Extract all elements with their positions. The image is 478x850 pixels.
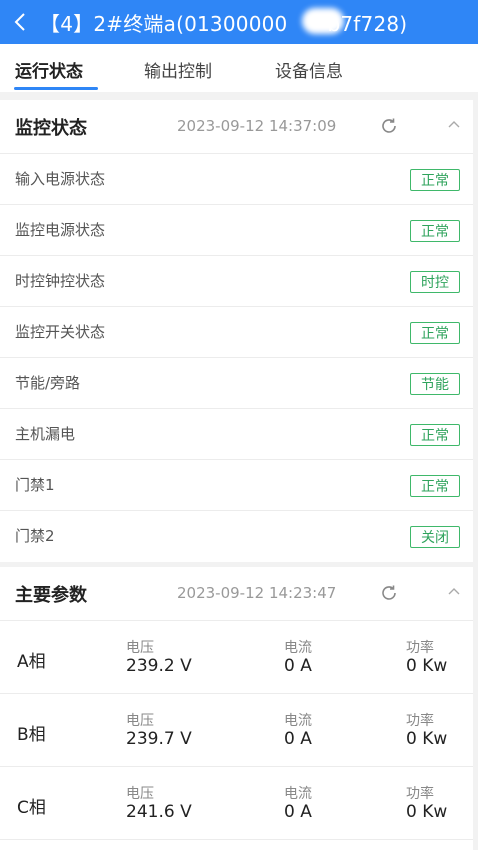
tab-bar: 运行状态 输出控制 设备信息 bbox=[0, 44, 478, 92]
chevron-up-icon[interactable] bbox=[448, 119, 460, 131]
status-badge: 节能 bbox=[410, 373, 460, 395]
status-row: 主机漏电 正常 bbox=[0, 409, 473, 460]
phase-label: A相 bbox=[17, 652, 46, 672]
status-row: 时控钟控状态 时控 bbox=[0, 256, 473, 307]
power-value: 0 Kw bbox=[406, 656, 448, 676]
app-header: 【4】2#终端a(01300000 b7f728) bbox=[0, 0, 478, 44]
section-timestamp: 2023-09-12 14:37:09 bbox=[177, 117, 337, 135]
status-badge: 时控 bbox=[410, 271, 460, 293]
status-row: 门禁2 关闭 bbox=[0, 511, 473, 562]
voltage-value: 239.2 V bbox=[126, 656, 192, 676]
tab-running-status[interactable]: 运行状态 bbox=[15, 57, 83, 82]
refresh-icon[interactable] bbox=[380, 117, 398, 135]
chevron-up-icon[interactable] bbox=[448, 586, 460, 598]
voltage-label: 电压 bbox=[126, 640, 154, 656]
status-label: 时控钟控状态 bbox=[15, 272, 106, 290]
current-value: 0 A bbox=[284, 802, 312, 822]
tab-device-info[interactable]: 设备信息 bbox=[275, 57, 343, 82]
page-title: 【4】2#终端a(01300000 b7f728) bbox=[40, 11, 408, 36]
phase-row-c: C相 电压 241.6 V 电流 0 A 功率 0 Kw bbox=[0, 767, 473, 840]
current-label: 电流 bbox=[284, 640, 312, 656]
status-label: 门禁2 bbox=[15, 527, 55, 545]
voltage-value: 241.6 V bbox=[126, 802, 192, 822]
status-badge: 正常 bbox=[410, 475, 460, 497]
voltage-label: 电压 bbox=[126, 786, 154, 802]
status-badge: 关闭 bbox=[410, 526, 460, 548]
active-tab-indicator bbox=[14, 87, 98, 90]
power-value: 0 Kw bbox=[406, 729, 448, 749]
status-label: 输入电源状态 bbox=[15, 170, 106, 188]
voltage-value: 239.7 V bbox=[126, 729, 192, 749]
status-label: 节能/旁路 bbox=[15, 374, 81, 392]
status-row: 节能/旁路 节能 bbox=[0, 358, 473, 409]
power-label: 功率 bbox=[406, 713, 434, 729]
phase-label: C相 bbox=[17, 798, 46, 818]
chevron-left-icon bbox=[14, 13, 25, 31]
status-badge: 正常 bbox=[410, 220, 460, 242]
status-label: 监控开关状态 bbox=[15, 323, 106, 341]
refresh-icon[interactable] bbox=[380, 584, 398, 602]
section-timestamp: 2023-09-12 14:23:47 bbox=[177, 584, 337, 602]
status-row: 监控电源状态 正常 bbox=[0, 205, 473, 256]
monitor-status-card: 监控状态 2023-09-12 14:37:09 输入电源状态 正常 监控电源状态… bbox=[0, 100, 473, 562]
current-value: 0 A bbox=[284, 656, 312, 676]
section-title: 主要参数 bbox=[15, 585, 87, 606]
status-label: 监控电源状态 bbox=[15, 221, 106, 239]
main-params-header: 主要参数 2023-09-12 14:23:47 bbox=[0, 567, 473, 621]
tab-output-control[interactable]: 输出控制 bbox=[144, 57, 212, 82]
current-label: 电流 bbox=[284, 786, 312, 802]
current-label: 电流 bbox=[284, 713, 312, 729]
status-label: 门禁1 bbox=[15, 476, 55, 494]
status-badge: 正常 bbox=[410, 169, 460, 191]
status-badge: 正常 bbox=[410, 424, 460, 446]
power-label: 功率 bbox=[406, 640, 434, 656]
status-row: 监控开关状态 正常 bbox=[0, 307, 473, 358]
phase-label: B相 bbox=[17, 725, 46, 745]
power-value: 0 Kw bbox=[406, 802, 448, 822]
monitor-status-header: 监控状态 2023-09-12 14:37:09 bbox=[0, 100, 473, 154]
phase-row-b: B相 电压 239.7 V 电流 0 A 功率 0 Kw bbox=[0, 694, 473, 767]
current-value: 0 A bbox=[284, 729, 312, 749]
voltage-label: 电压 bbox=[126, 713, 154, 729]
status-label: 主机漏电 bbox=[15, 425, 76, 443]
section-title: 监控状态 bbox=[15, 118, 87, 139]
main-params-card: 主要参数 2023-09-12 14:23:47 A相 电压 239.2 V 电… bbox=[0, 567, 473, 850]
status-row: 门禁1 正常 bbox=[0, 460, 473, 511]
power-label: 功率 bbox=[406, 786, 434, 802]
status-row: 输入电源状态 正常 bbox=[0, 154, 473, 205]
redaction-blur bbox=[302, 8, 344, 34]
phase-row-a: A相 电压 239.2 V 电流 0 A 功率 0 Kw bbox=[0, 621, 473, 694]
back-button[interactable] bbox=[0, 0, 40, 44]
status-badge: 正常 bbox=[410, 322, 460, 344]
